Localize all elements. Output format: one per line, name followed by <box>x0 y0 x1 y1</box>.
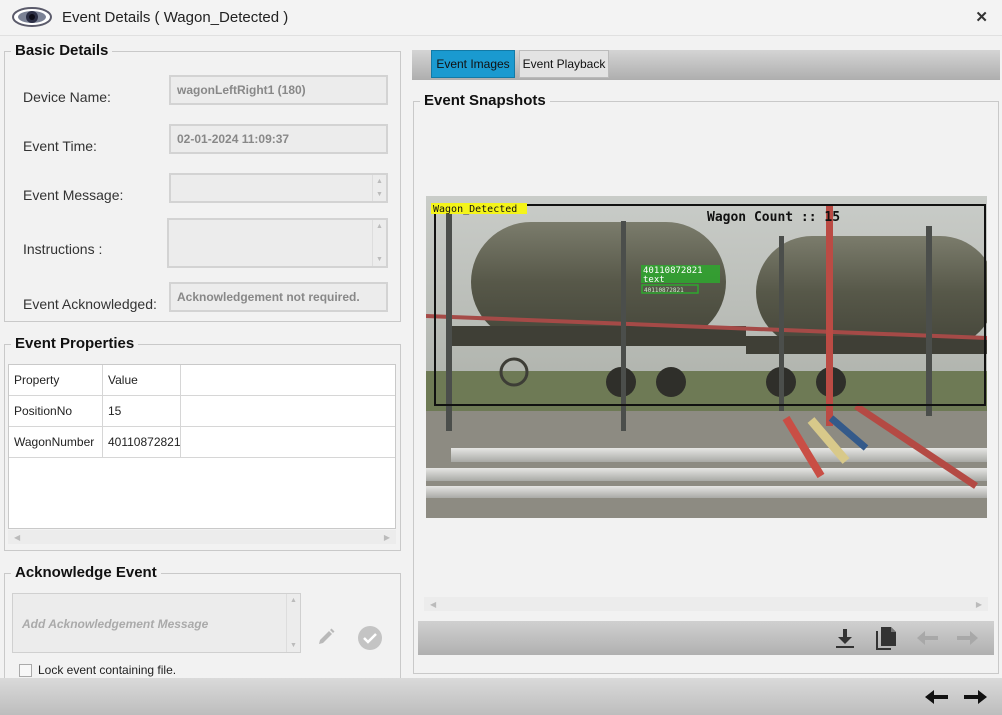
lock-event-checkbox[interactable] <box>19 664 32 677</box>
event-acknowledged-field[interactable]: Acknowledgement not required. <box>169 282 388 312</box>
next-image-arrow-icon[interactable] <box>955 629 979 647</box>
acknowledge-message-input[interactable]: Add Acknowledgement Message ▲ ▼ <box>12 593 301 653</box>
device-name-label: Device Name: <box>23 89 111 105</box>
event-time-label: Event Time: <box>23 138 97 154</box>
wagon-count-text: Wagon Count :: 15 <box>707 210 840 225</box>
copy-icon[interactable] <box>875 625 899 651</box>
next-event-arrow-icon[interactable] <box>962 688 988 706</box>
table-row[interactable]: WagonNumber 40110872821 <box>9 427 395 458</box>
snapshot-horizontal-scrollbar[interactable]: ◀ ▶ <box>424 597 988 611</box>
edit-pencil-icon[interactable] <box>316 627 336 647</box>
event-message-scrollbar[interactable]: ▲ ▼ <box>372 175 386 201</box>
overlay-detected-label: Wagon_Detected <box>433 204 517 215</box>
event-time-value: 02-01-2024 11:09:37 <box>177 132 290 146</box>
acknowledge-check-icon[interactable] <box>357 625 383 651</box>
image-toolbar <box>418 621 994 655</box>
ocr-small-text: 40110872821 <box>644 287 684 294</box>
instructions-label: Instructions : <box>23 241 103 257</box>
device-name-field[interactable]: wagonLeftRight1 (180) <box>169 75 388 105</box>
basic-details-legend: Basic Details <box>11 42 113 59</box>
event-snapshot-image[interactable]: Wagon_Detected Wagon Count :: 15 4011087… <box>426 196 987 518</box>
event-properties-legend: Event Properties <box>11 335 139 352</box>
event-snapshots-legend: Event Snapshots <box>420 92 550 109</box>
title-bar: Event Details ( Wagon_Detected ) ✕ <box>0 0 1002 36</box>
column-header-value[interactable]: Value <box>103 365 181 395</box>
acknowledge-message-placeholder: Add Acknowledgement Message <box>22 617 209 631</box>
footer-bar <box>0 678 1002 715</box>
acknowledge-message-scrollbar[interactable]: ▲ ▼ <box>286 594 300 652</box>
event-acknowledged-label: Event Acknowledged: <box>23 296 157 312</box>
tab-bar: Event Images Event Playback <box>412 50 1000 80</box>
close-button[interactable]: ✕ <box>975 8 988 26</box>
tab-event-images[interactable]: Event Images <box>431 50 515 78</box>
tab-event-playback[interactable]: Event Playback <box>519 50 609 78</box>
event-time-field[interactable]: 02-01-2024 11:09:37 <box>169 124 388 154</box>
window-title: Event Details ( Wagon_Detected ) <box>62 9 289 26</box>
column-header-property[interactable]: Property <box>9 365 103 395</box>
previous-image-arrow-icon[interactable] <box>916 629 940 647</box>
instructions-scrollbar[interactable]: ▲ ▼ <box>372 220 386 266</box>
table-cell-value: 15 <box>103 396 181 426</box>
table-header-row: Property Value <box>9 365 395 396</box>
table-cell-property: WagonNumber <box>9 427 103 457</box>
table-cell-property: PositionNo <box>9 396 103 426</box>
device-name-value: wagonLeftRight1 (180) <box>177 83 306 97</box>
table-cell-value: 40110872821 <box>103 427 181 457</box>
table-row[interactable]: PositionNo 15 <box>9 396 395 427</box>
ocr-text-label: text <box>643 275 665 285</box>
properties-horizontal-scrollbar[interactable]: ◀ ▶ <box>8 530 396 544</box>
eye-logo-icon <box>12 7 52 27</box>
instructions-field[interactable]: ▲ ▼ <box>167 218 388 268</box>
acknowledge-event-legend: Acknowledge Event <box>11 564 161 581</box>
event-message-field[interactable]: ▲ ▼ <box>169 173 388 203</box>
lock-event-label: Lock event containing file. <box>38 663 177 677</box>
event-message-label: Event Message: <box>23 187 124 203</box>
snapshot-scene: Wagon_Detected Wagon Count :: 15 4011087… <box>426 196 987 518</box>
event-acknowledged-value: Acknowledgement not required. <box>177 290 360 304</box>
download-icon[interactable] <box>834 627 856 649</box>
previous-event-arrow-icon[interactable] <box>924 688 950 706</box>
properties-table: Property Value PositionNo 15 WagonNumber… <box>8 364 396 529</box>
